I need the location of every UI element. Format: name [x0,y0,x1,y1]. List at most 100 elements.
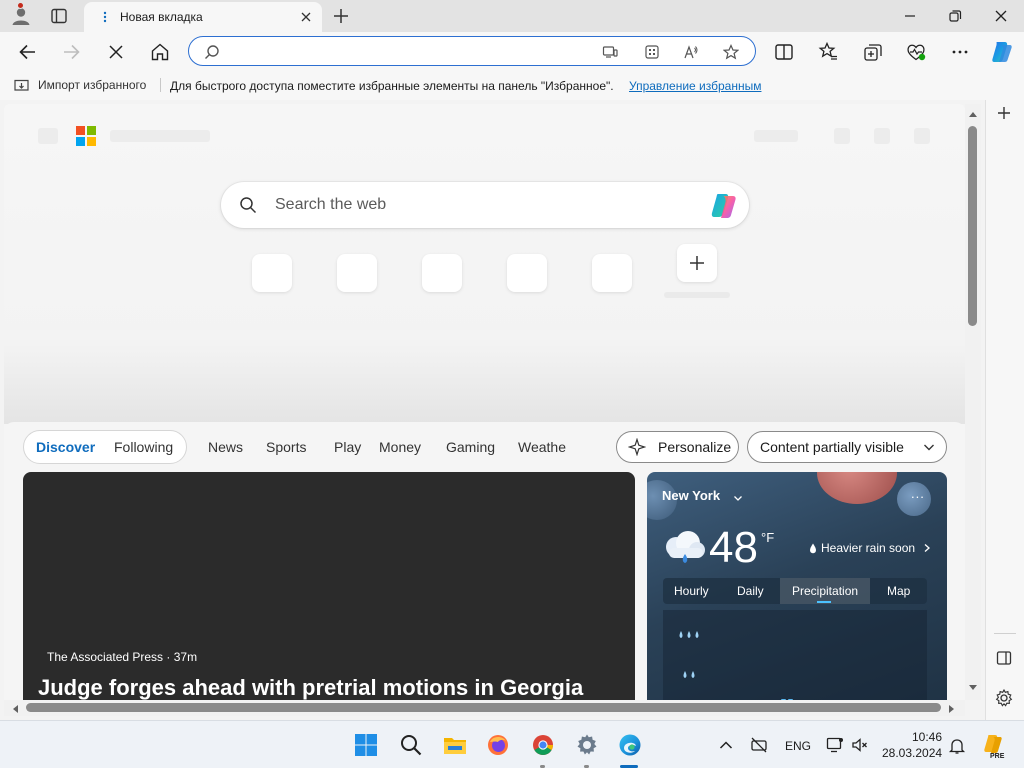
copilot-icon[interactable] [709,192,739,220]
loading-spinner-icon [103,11,107,23]
scroll-left-arrow-icon[interactable] [11,704,19,714]
clock-date[interactable]: 28.03.2024 [882,746,942,760]
preview-badge: PRE [990,753,1005,760]
search-input[interactable] [275,194,695,216]
read-aloud-icon[interactable] [683,44,699,60]
weather-more-options[interactable]: ... [911,486,925,501]
restore-button[interactable] [944,6,966,26]
chrome-icon[interactable] [531,733,555,757]
faded-header-icon[interactable] [834,128,850,144]
file-explorer-icon[interactable] [443,733,467,757]
news-source: The Associated Press · 37m [47,650,198,664]
close-window-button[interactable] [990,6,1012,26]
weather-condition: Heavier rain soon [809,541,931,555]
horizontal-scroll-thumb[interactable] [26,703,941,712]
minimize-button[interactable] [899,6,921,26]
firefox-icon[interactable] [486,733,510,757]
network-disconnected-icon[interactable] [750,736,768,754]
faded-header-item[interactable] [754,130,798,142]
tab-discover[interactable]: Discover [36,439,95,455]
windows-start-icon[interactable] [354,733,378,757]
browser-essentials-icon[interactable] [905,41,927,63]
home-button[interactable] [149,41,171,63]
category-sports[interactable]: Sports [266,439,306,455]
light-rain-legend-icon [683,671,695,678]
add-shortcut-button[interactable] [677,244,717,282]
back-button[interactable] [17,41,39,63]
stop-loading-button[interactable] [105,41,127,63]
web-search-box[interactable] [221,182,749,228]
apps-launcher-icon[interactable] [38,128,58,144]
search-icon[interactable] [399,733,423,757]
add-sidebar-app-icon[interactable] [995,104,1013,122]
manage-favorites-link[interactable]: Управление избранным [629,79,761,93]
category-money[interactable]: Money [379,439,421,455]
favorites-hint-text: Для быстрого доступа поместите избранные… [170,79,614,93]
quick-link-tile[interactable] [507,254,547,292]
personalize-button[interactable]: Personalize [616,431,739,463]
more-options-icon[interactable] [949,41,971,63]
weather-tab-daily[interactable]: Daily [737,584,764,598]
quick-link-tile[interactable] [337,254,377,292]
vertical-scrollbar[interactable] [965,104,981,700]
scroll-right-arrow-icon[interactable] [948,704,956,714]
edge-icon[interactable] [618,733,642,757]
weather-unit: °F [761,530,775,545]
display-icon[interactable] [826,736,844,754]
copilot-icon[interactable] [989,39,1015,65]
chevron-up-icon[interactable] [718,737,734,753]
copilot-preview-icon[interactable] [982,733,1004,755]
news-feed: Discover Following News Sports Play Mone… [4,422,965,704]
settings-gear-icon[interactable] [575,733,599,757]
chevron-down-icon[interactable] [733,493,743,503]
edge-sidebar [985,100,1024,720]
notification-bell-icon[interactable] [948,737,966,755]
import-favorites-button[interactable]: Импорт избранного [13,77,146,93]
weather-temperature: 48 [709,523,758,572]
weather-city[interactable]: New York [662,488,720,503]
tab-new-tab[interactable]: Новая вкладка [84,2,322,32]
device-icon[interactable] [602,44,618,60]
address-bar[interactable] [188,36,756,66]
forward-button[interactable] [60,41,82,63]
scroll-down-arrow-icon[interactable] [968,684,978,692]
weather-tab-hourly[interactable]: Hourly [674,584,709,598]
category-play[interactable]: Play [334,439,361,455]
clock-time[interactable]: 10:46 [912,730,942,744]
close-tab-icon[interactable] [298,9,314,25]
vertical-scroll-thumb[interactable] [968,126,977,326]
apps-grid-icon[interactable] [644,44,660,60]
volume-muted-icon[interactable] [851,736,869,754]
microsoft-logo [76,126,96,146]
new-tab-button[interactable] [331,6,351,26]
tab-actions-icon[interactable] [50,7,68,25]
feed-tab-group: Discover Following [23,430,187,464]
horizontal-scrollbar[interactable] [4,700,965,716]
quick-link-tile[interactable] [592,254,632,292]
weather-card[interactable]: New York ... 48 °F Heavier rain soon Hou… [647,472,947,704]
weather-tab-precipitation[interactable]: Precipitation [792,584,858,598]
content-visibility-dropdown[interactable]: Content partially visible [747,431,947,463]
scroll-up-arrow-icon[interactable] [968,110,978,118]
quick-link-tile[interactable] [252,254,292,292]
category-news[interactable]: News [208,439,243,455]
category-weather[interactable]: Weathe [518,439,566,455]
taskbar: ENG 10:46 28.03.2024 PRE [0,720,1024,768]
page-settings-icon[interactable] [914,128,930,144]
chevron-right-icon[interactable] [923,543,931,553]
raindrop-icon [810,543,816,553]
faded-header-icon[interactable] [874,128,890,144]
tab-following[interactable]: Following [114,439,173,455]
category-gaming[interactable]: Gaming [446,439,495,455]
language-indicator[interactable]: ENG [785,739,811,753]
sidebar-settings-icon[interactable] [994,688,1014,708]
favorite-star-icon[interactable] [723,44,739,60]
favorites-icon[interactable] [817,41,839,63]
news-card[interactable]: The Associated Press · 37m Judge forges … [23,472,635,704]
news-headline[interactable]: Judge forges ahead with pretrial motions… [38,675,583,701]
weather-tab-map[interactable]: Map [887,584,910,598]
collections-icon[interactable] [862,41,884,63]
quick-link-tile[interactable] [422,254,462,292]
hide-sidebar-icon[interactable] [995,649,1013,667]
split-screen-icon[interactable] [773,41,795,63]
